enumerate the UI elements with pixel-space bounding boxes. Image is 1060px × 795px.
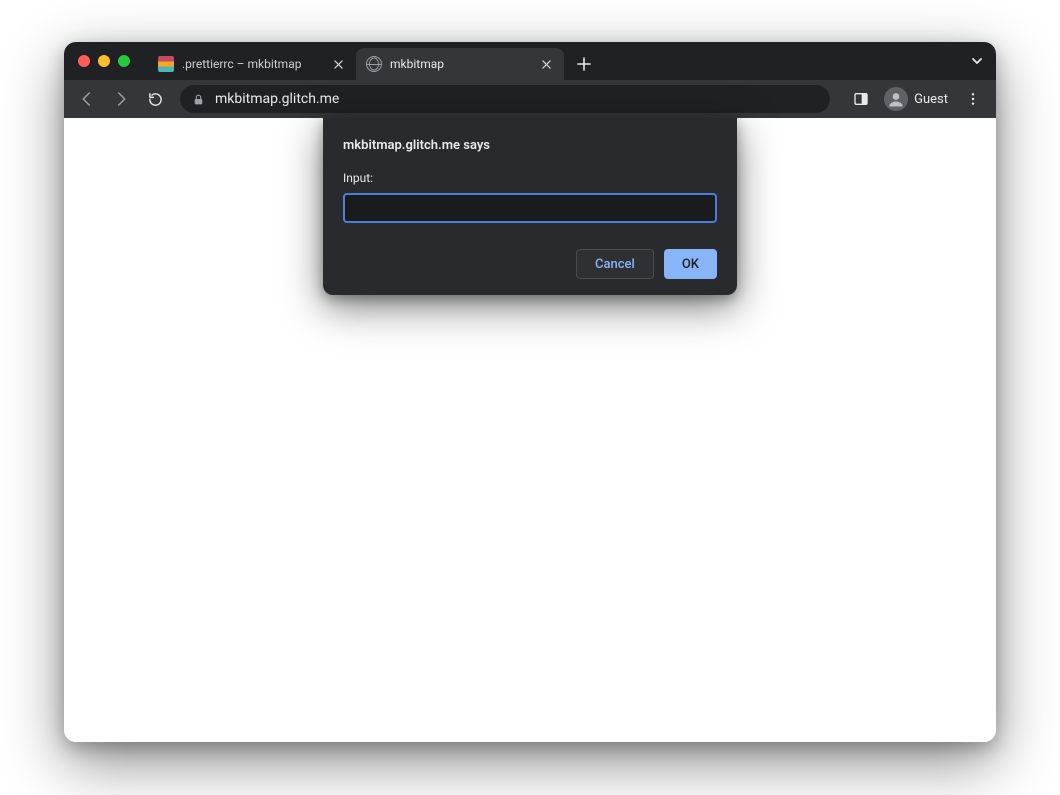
forward-button[interactable] <box>106 84 136 114</box>
new-tab-button[interactable] <box>570 50 598 78</box>
dialog-label: Input: <box>343 171 717 185</box>
close-tab-button[interactable] <box>330 56 346 72</box>
address-url: mkbitmap.glitch.me <box>215 91 339 107</box>
maximize-window-button[interactable] <box>118 55 130 67</box>
toolbar-right: Guest <box>840 84 988 114</box>
kebab-menu-button[interactable] <box>958 84 988 114</box>
lock-icon <box>192 93 205 106</box>
tab-strip: .prettierrc – mkbitmap mkbitmap <box>148 42 598 80</box>
profile-button[interactable]: Guest <box>882 85 952 113</box>
dialog-title: mkbitmap.glitch.me says <box>343 138 717 153</box>
close-tab-button[interactable] <box>538 56 554 72</box>
dialog-buttons: Cancel OK <box>343 249 717 279</box>
titlebar: .prettierrc – mkbitmap mkbitmap <box>64 42 996 80</box>
side-panel-button[interactable] <box>846 84 876 114</box>
ok-button[interactable]: OK <box>664 249 717 279</box>
prompt-input[interactable] <box>343 193 717 223</box>
avatar-icon <box>884 87 908 111</box>
close-window-button[interactable] <box>78 55 90 67</box>
cancel-button[interactable]: Cancel <box>576 249 654 279</box>
tab-mkbitmap[interactable]: mkbitmap <box>356 48 564 80</box>
back-button[interactable] <box>72 84 102 114</box>
toolbar: mkbitmap.glitch.me Guest <box>64 80 996 118</box>
favicon-icon <box>158 56 174 72</box>
tab-title: mkbitmap <box>390 57 444 71</box>
tab-prettierrc[interactable]: .prettierrc – mkbitmap <box>148 48 356 80</box>
javascript-prompt-dialog: mkbitmap.glitch.me says Input: Cancel OK <box>323 118 737 295</box>
minimize-window-button[interactable] <box>98 55 110 67</box>
address-bar[interactable]: mkbitmap.glitch.me <box>180 85 830 113</box>
reload-button[interactable] <box>140 84 170 114</box>
window-dropdown-button[interactable] <box>970 54 984 68</box>
globe-icon <box>366 56 382 72</box>
window-controls <box>78 55 130 67</box>
browser-window: .prettierrc – mkbitmap mkbitmap <box>64 42 996 742</box>
tab-title: .prettierrc – mkbitmap <box>182 57 301 71</box>
profile-label: Guest <box>914 92 948 107</box>
